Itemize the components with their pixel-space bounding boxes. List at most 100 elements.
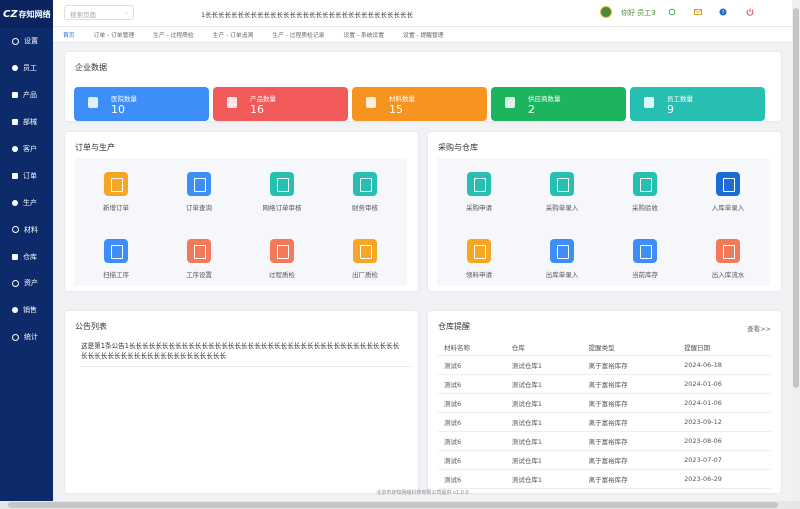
sidebar-item-0[interactable]: 设置: [0, 28, 53, 55]
table-row[interactable]: 测试6 测试仓库1 离于富裕库存 2024-06-18: [438, 355, 771, 375]
tab-2[interactable]: 生产 - 过程质检: [153, 30, 194, 39]
sidebar-item-label: 统计: [24, 333, 38, 342]
orders-shortcut[interactable]: 订单查询: [164, 172, 234, 212]
notice-item[interactable]: 这是第1条公告1长长长长长长长长长长长长长长长长长长长长长长长长长长长长长长长长…: [81, 341, 401, 361]
table-cell: 测试仓库1: [505, 431, 583, 451]
sidebar-item-9[interactable]: 资产: [0, 270, 53, 297]
table-cell: 2024-01-06: [678, 393, 771, 413]
shortcut-label: 当前库存: [632, 271, 658, 279]
sidebar-item-label: 部械: [23, 118, 37, 127]
sidebar-item-label: 设置: [24, 37, 38, 46]
sidebar-item-1[interactable]: 员工: [0, 55, 53, 82]
orders-shortcut[interactable]: 过程质检: [247, 239, 317, 279]
help-icon[interactable]: ?: [719, 8, 727, 16]
logo[interactable]: CZ 存知网络: [0, 0, 53, 28]
orders-shortcut[interactable]: 财务审核: [330, 172, 400, 212]
table-row[interactable]: 测试6 测试仓库1 离于富裕库存 2024-01-06: [438, 374, 771, 394]
orders-shortcut[interactable]: 新增订单: [81, 172, 151, 212]
sidebar-nav: 设置员工 产品部械客户订单生产材料 仓库 资产 销售统计: [0, 28, 53, 351]
view-more-link[interactable]: 查看>>: [747, 323, 771, 333]
table-row[interactable]: 测试6 测试仓库1 离于富裕库存 2023-07-07: [438, 450, 771, 470]
shortcut-label: 扫描工序: [103, 271, 129, 279]
warehouse-alert-card: 仓库提醒 查看>> 材料名称 仓库 提醒类型 提醒日期 测试6 测试仓库1 离于富裕库存 2…: [428, 311, 781, 493]
sidebar-item-7[interactable]: 材料: [0, 216, 53, 243]
table-cell: 测试6: [438, 393, 506, 413]
avatar[interactable]: [600, 6, 612, 18]
user-icon: [12, 65, 18, 72]
vertical-scroll-thumb[interactable]: [793, 8, 799, 388]
tab-3[interactable]: 生产 - 订单追溯: [213, 30, 254, 39]
device-icon: [12, 119, 18, 126]
shortcut-label: 过程质检: [269, 271, 295, 279]
shortcut-label: 工序设置: [186, 271, 212, 279]
table-cell: 2024-01-06: [678, 374, 771, 394]
purchase-shortcut[interactable]: 入库单录入: [693, 172, 763, 212]
table-cell: 测试6: [438, 469, 506, 489]
stat-icon: [88, 97, 98, 108]
sidebar-item-label: 订单: [23, 171, 37, 180]
refresh-icon[interactable]: [668, 8, 676, 16]
orders-shortcut[interactable]: 网络订单审核: [247, 172, 317, 212]
stat-card[interactable]: 供应商数量 2: [491, 87, 626, 121]
tab-5[interactable]: 设置 - 系统设置: [343, 30, 384, 39]
sidebar-item-6[interactable]: 生产: [0, 189, 53, 216]
orders-shortcut[interactable]: 工序设置: [164, 239, 234, 279]
table-row[interactable]: 测试6 测试仓库1 离于富裕库存 2023-06-29: [438, 469, 771, 489]
sidebar-item-label: 生产: [23, 198, 37, 207]
warehouse-alert-title: 仓库提醒: [438, 322, 470, 331]
purchase-shortcut[interactable]: 领料申请: [444, 239, 514, 279]
table-cell: 离于富裕库存: [582, 431, 679, 451]
material-icon: [12, 226, 19, 234]
purchase-shortcut[interactable]: 出入库流水: [693, 239, 763, 279]
table-cell: 离于富裕库存: [582, 412, 679, 432]
greeting-text[interactable]: 你好 员工3: [621, 8, 656, 18]
table-cell: 测试仓库1: [505, 355, 583, 375]
tab-4[interactable]: 生产 - 过程质检记录: [272, 30, 324, 39]
sidebar-item-11[interactable]: 统计: [0, 324, 53, 351]
stat-value: 15: [389, 103, 403, 116]
gear-icon: [12, 37, 19, 45]
mail-icon[interactable]: [694, 8, 702, 16]
table-cell: 离于富裕库存: [582, 469, 679, 489]
orders-shortcut[interactable]: 扫描工序: [81, 239, 151, 279]
sidebar-item-4[interactable]: 客户: [0, 136, 53, 163]
table-row[interactable]: 测试6 测试仓库1 离于富裕库存 2023-08-06: [438, 431, 771, 451]
shortcut-label: 出厂质检: [352, 271, 378, 279]
search-input[interactable]: 搜索页面 ⌄: [64, 5, 134, 20]
purchase-shortcut[interactable]: 采购单录入: [527, 172, 597, 212]
sales-icon: [12, 307, 18, 314]
shortcut-label: 领料申请: [466, 271, 492, 279]
table-row[interactable]: 测试6 测试仓库1 离于富裕库存 2023-09-12: [438, 412, 771, 432]
shortcut-icon: [187, 239, 211, 263]
purchase-shortcut[interactable]: 出库单录入: [527, 239, 597, 279]
tab-0[interactable]: 首页: [63, 30, 75, 39]
warehouse-icon: [12, 253, 18, 260]
sidebar-item-8[interactable]: 仓库: [0, 243, 53, 270]
table-row[interactable]: 测试6 测试仓库1 离于富裕库存 2024-01-06: [438, 393, 771, 413]
stat-card[interactable]: 材料数量 15: [352, 87, 487, 121]
asset-icon: [12, 279, 19, 287]
purchase-shortcut[interactable]: 采购申请: [444, 172, 514, 212]
vertical-scrollbar[interactable]: [792, 0, 800, 501]
sidebar-item-5[interactable]: 订单: [0, 162, 53, 189]
logout-icon[interactable]: [746, 8, 754, 16]
table-cell: 测试仓库1: [505, 412, 583, 432]
stat-card[interactable]: 员工数量 9: [630, 87, 765, 121]
sidebar-item-3[interactable]: 部械: [0, 109, 53, 136]
sidebar-item-2[interactable]: 产品: [0, 82, 53, 109]
stat-card[interactable]: 医院数量 10: [74, 87, 209, 121]
purchase-shortcut[interactable]: 当前库存: [610, 239, 680, 279]
orders-shortcut[interactable]: 出厂质检: [330, 239, 400, 279]
sidebar-item-10[interactable]: 销售: [0, 297, 53, 324]
tab-1[interactable]: 订单 - 订单管理: [94, 30, 135, 39]
purchase-title: 采购与仓库: [438, 143, 478, 152]
stat-label: 产品数量: [250, 95, 276, 103]
orders-title: 订单与生产: [75, 143, 115, 152]
horizontal-scroll-thumb[interactable]: [8, 502, 778, 508]
tab-6[interactable]: 设置 - 提醒管理: [403, 30, 444, 39]
marquee-notice: 1长长长长长长长长长长长长长长长长长长长长长长长长长长长长长长长长: [201, 11, 414, 18]
stat-card[interactable]: 产品数量 16: [213, 87, 348, 121]
horizontal-scrollbar[interactable]: [0, 501, 800, 509]
orders-card: 订单与生产 新增订单 订单查询 网络订单审核 财务审核扫描工序 工序设置 过程质检 出厂质检: [65, 132, 418, 291]
purchase-shortcut[interactable]: 采购验收: [610, 172, 680, 212]
